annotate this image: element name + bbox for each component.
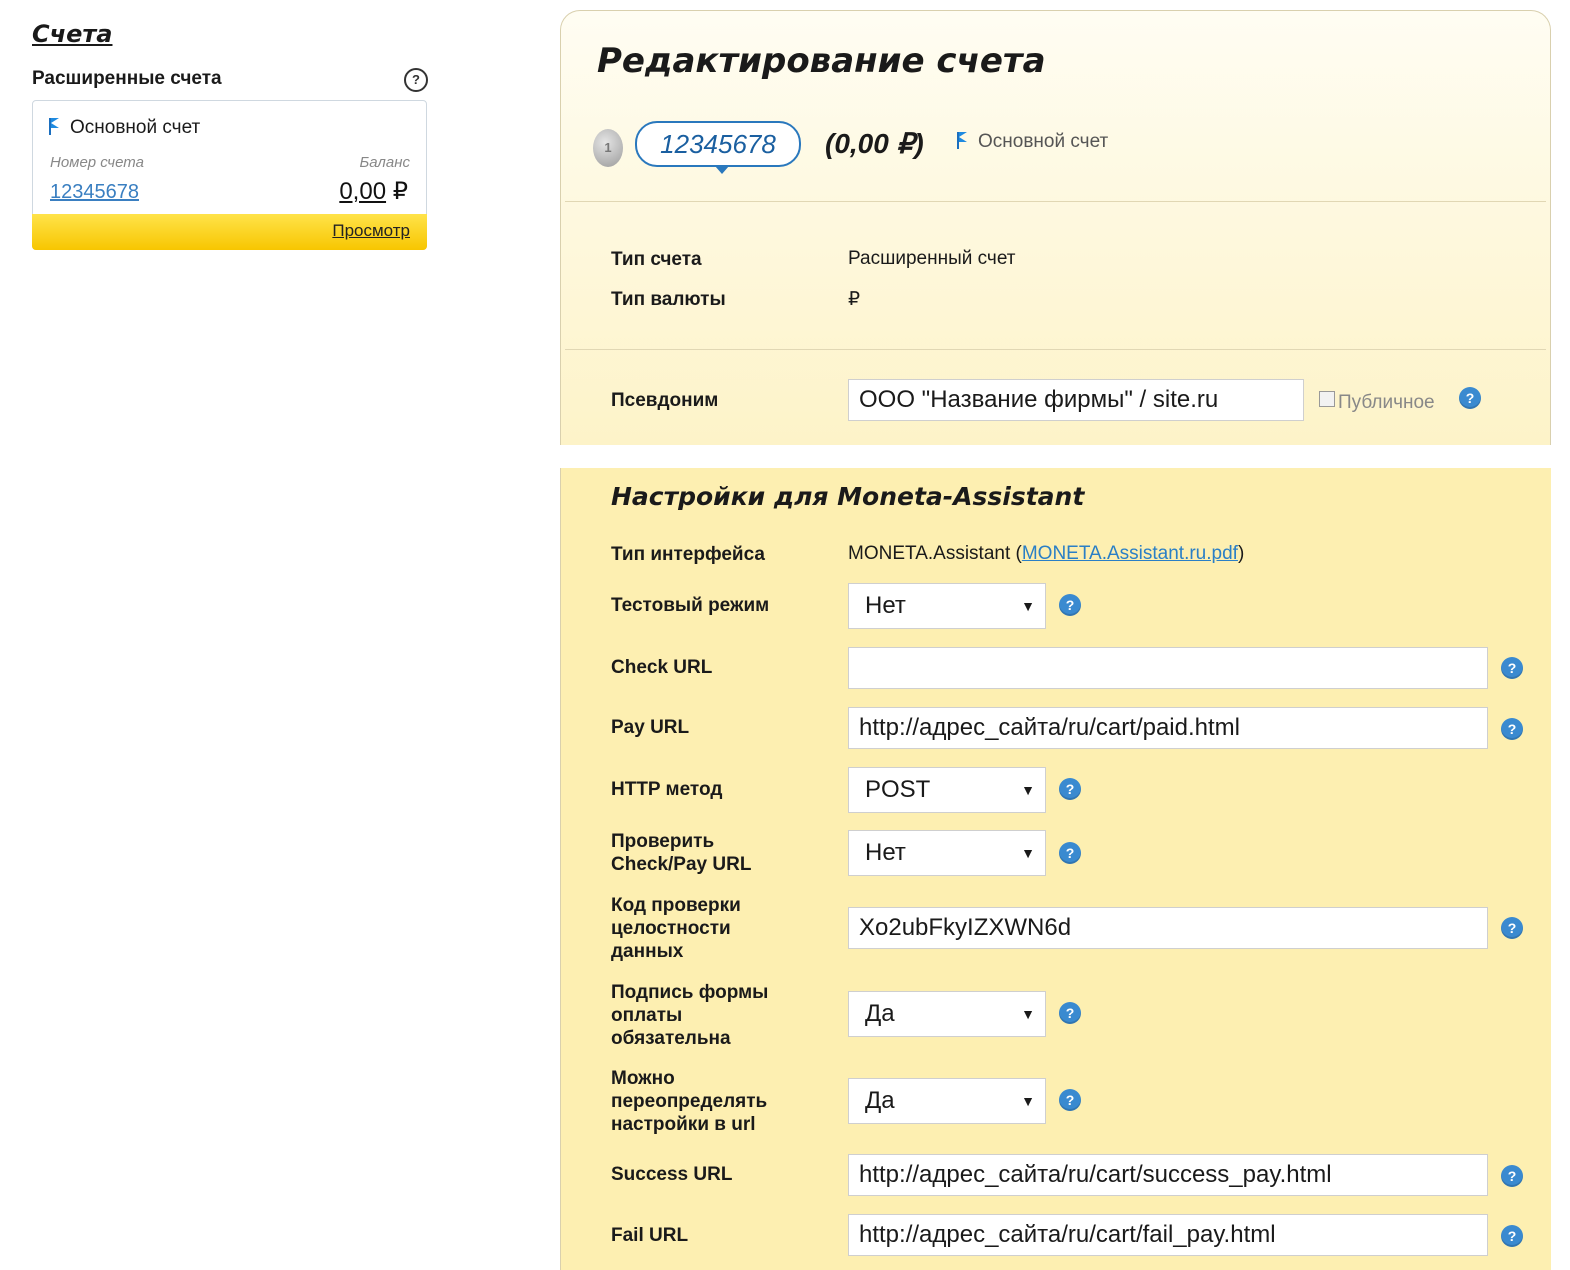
interface-type-text: MONETA.Assistant ( <box>848 543 1022 564</box>
chevron-down-icon: ▼ <box>1021 782 1035 798</box>
currency-type-label: Тип валюты <box>611 289 726 310</box>
override-settings-select[interactable]: Да ▼ <box>848 1078 1046 1124</box>
help-icon[interactable]: ? <box>1501 1225 1523 1247</box>
override-label-line1: Можно <box>611 1068 675 1089</box>
chevron-down-icon: ▼ <box>1021 1093 1035 1109</box>
currency-type-value: ₽ <box>848 289 861 310</box>
flag-icon <box>957 132 970 149</box>
page-title: Редактирование счета <box>597 41 1046 81</box>
checkbox[interactable] <box>1319 391 1335 407</box>
test-mode-select[interactable]: Нет ▼ <box>848 583 1046 629</box>
http-method-select[interactable]: POST ▼ <box>848 767 1046 813</box>
verify-urls-value: Нет <box>865 839 906 866</box>
interface-type-value: MONETA.Assistant (MONETA.Assistant.ru.pd… <box>848 543 1244 565</box>
account-number-label: Номер счета <box>50 154 144 171</box>
signature-label-line1: Подпись формы <box>611 982 769 1003</box>
help-icon[interactable]: ? <box>1501 718 1523 740</box>
help-icon[interactable]: ? <box>1501 1165 1523 1187</box>
interface-type-label: Тип интерфейса <box>611 544 765 565</box>
http-method-label: HTTP метод <box>611 779 723 800</box>
integrity-label-line3: данных <box>611 941 684 962</box>
balance-value: 0,00 ₽ <box>339 177 408 206</box>
integrity-label-line2: целостности <box>611 918 731 939</box>
moneta-assistant-settings: Настройки для Moneta-Assistant Тип интер… <box>560 468 1551 1270</box>
alias-input[interactable]: ООО "Название фирмы" / site.ru <box>848 379 1304 421</box>
help-icon[interactable]: ? <box>1059 1089 1081 1111</box>
card-footer: Просмотр <box>32 214 427 250</box>
alias-label: Псевдоним <box>611 390 719 411</box>
signature-required-select[interactable]: Да ▼ <box>848 991 1046 1037</box>
verify-urls-label-line2: Check/Pay URL <box>611 854 752 875</box>
interface-type-close: ) <box>1237 543 1245 564</box>
currency-symbol: ₽ <box>392 178 408 205</box>
account-name: Основной счет <box>49 117 200 139</box>
signature-required-value: Да <box>865 1000 895 1027</box>
divider <box>565 201 1546 202</box>
integrity-code-input[interactable]: Xo2ubFkyIZXWN6d <box>848 907 1488 949</box>
account-type-label: Тип счета <box>611 249 702 270</box>
override-label-line2: переопределять <box>611 1091 768 1112</box>
view-link[interactable]: Просмотр <box>332 221 410 241</box>
account-type-value: Расширенный счет <box>848 248 1016 269</box>
check-url-label: Check URL <box>611 657 713 678</box>
help-icon[interactable]: ? <box>1459 387 1481 409</box>
help-icon[interactable]: ? <box>1059 842 1081 864</box>
chevron-down-icon: ▼ <box>1021 845 1035 861</box>
account-label: Основной счет <box>957 131 1108 153</box>
pay-url-label: Pay URL <box>611 717 690 738</box>
verify-urls-select[interactable]: Нет ▼ <box>848 830 1046 876</box>
help-icon[interactable]: ? <box>404 68 428 92</box>
account-number-badge[interactable]: 12345678 <box>635 121 801 174</box>
flag-icon <box>49 118 62 135</box>
fail-url-input[interactable]: http://адрес_сайта/ru/cart/fail_pay.html <box>848 1214 1488 1256</box>
success-url-input[interactable]: http://адрес_сайта/ru/cart/success_pay.h… <box>848 1154 1488 1196</box>
settings-title: Настройки для Moneta-Assistant <box>611 482 1085 511</box>
integrity-code-label: Код проверки целостности данных <box>611 894 741 963</box>
balance-label: Баланс <box>359 154 411 171</box>
pay-url-input[interactable]: http://адрес_сайта/ru/cart/paid.html <box>848 707 1488 749</box>
verify-urls-label-line1: Проверить <box>611 831 715 852</box>
test-mode-label: Тестовый режим <box>611 595 770 616</box>
test-mode-value: Нет <box>865 592 906 619</box>
success-url-label: Success URL <box>611 1164 733 1185</box>
extended-accounts-header: Расширенные счета ? <box>32 68 428 92</box>
help-icon[interactable]: ? <box>1501 917 1523 939</box>
accounts-title[interactable]: Счета <box>32 20 112 48</box>
signature-required-label: Подпись формы оплаты обязательна <box>611 981 768 1050</box>
account-card[interactable]: Основной счет Номер счета Баланс 1234567… <box>32 100 427 250</box>
account-amount: (0,00 ₽) <box>825 128 924 159</box>
signature-label-line3: обязательна <box>611 1028 731 1049</box>
check-url-input[interactable] <box>848 647 1488 689</box>
edit-account-panel: Редактирование счета 1 12345678 (0,00 ₽)… <box>560 10 1551 445</box>
help-icon[interactable]: ? <box>1059 1002 1081 1024</box>
signature-label-line2: оплаты <box>611 1005 683 1026</box>
override-settings-value: Да <box>865 1087 895 1114</box>
account-number-link[interactable]: 12345678 <box>50 181 139 204</box>
account-label-text: Основной счет <box>978 131 1109 152</box>
http-method-value: POST <box>865 776 931 803</box>
chevron-down-icon: ▼ <box>1021 598 1035 614</box>
divider <box>565 349 1546 350</box>
public-label: Публичное <box>1338 392 1435 413</box>
interface-doc-link[interactable]: MONETA.Assistant.ru.pdf <box>1022 543 1238 564</box>
balance-amount: 0,00 <box>339 178 387 205</box>
coin-icon: 1 <box>593 129 623 167</box>
help-icon[interactable]: ? <box>1501 657 1523 679</box>
help-icon[interactable]: ? <box>1059 594 1081 616</box>
chevron-down-icon: ▼ <box>1021 1006 1035 1022</box>
verify-urls-label: Проверить Check/Pay URL <box>611 830 751 876</box>
integrity-label-line1: Код проверки <box>611 895 741 916</box>
help-icon[interactable]: ? <box>1059 778 1081 800</box>
public-checkbox[interactable]: Публичное <box>1319 391 1435 414</box>
override-settings-label: Можно переопределять настройки в url <box>611 1067 767 1136</box>
fail-url-label: Fail URL <box>611 1225 689 1246</box>
account-name-text: Основной счет <box>70 117 201 138</box>
extended-accounts-label: Расширенные счета <box>32 68 222 89</box>
override-label-line3: настройки в url <box>611 1114 756 1135</box>
